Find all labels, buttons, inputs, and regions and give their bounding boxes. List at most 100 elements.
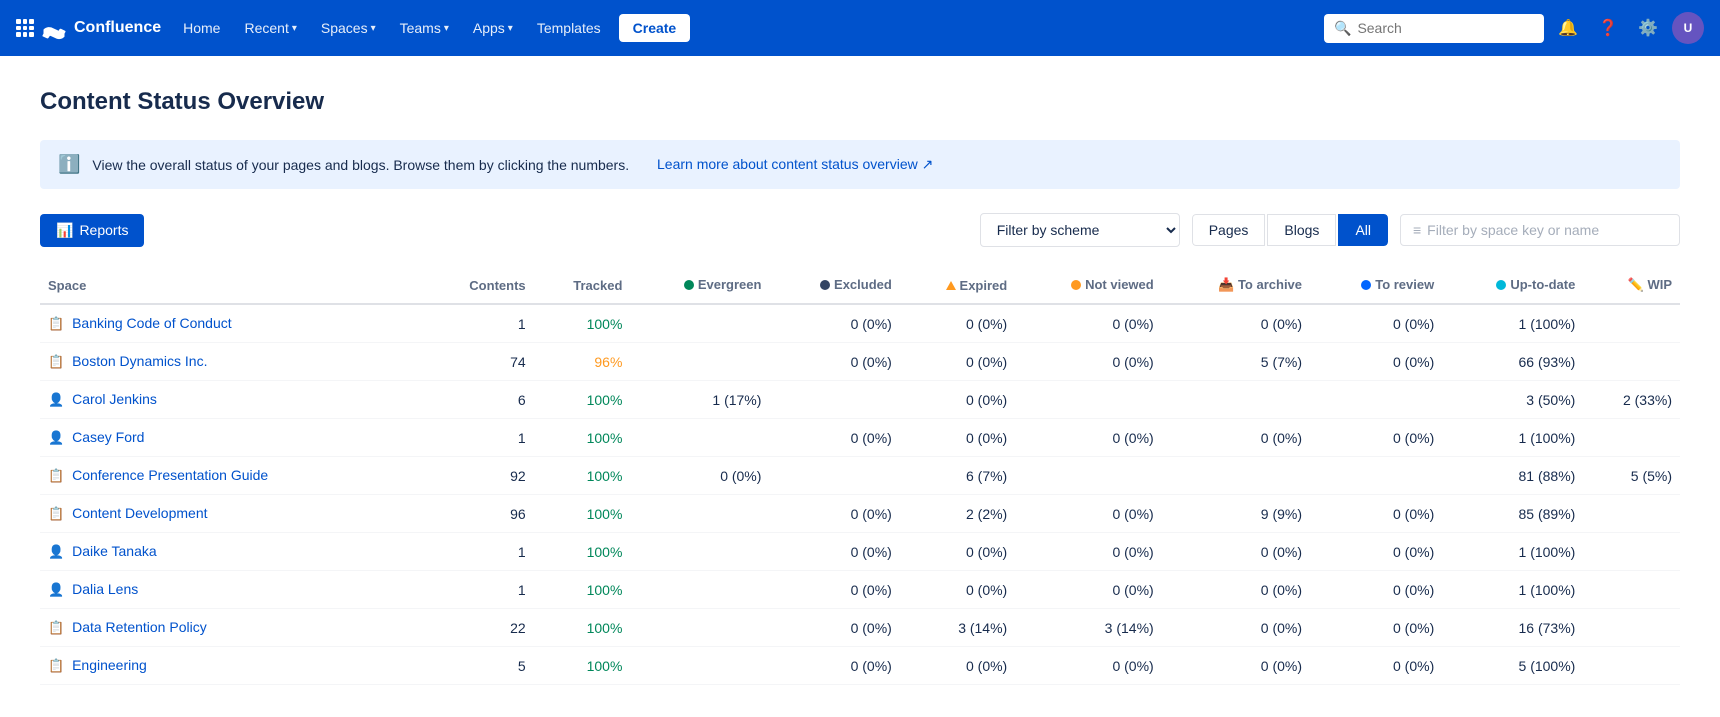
reports-button[interactable]: 📊 Reports — [40, 214, 144, 247]
cell-to-archive: 0 (0%) — [1162, 304, 1310, 343]
reports-label: Reports — [79, 222, 128, 238]
cell-not-viewed — [1015, 457, 1161, 495]
tab-all[interactable]: All — [1338, 214, 1388, 246]
col-header-not-viewed: Not viewed — [1015, 267, 1161, 304]
create-button[interactable]: Create — [619, 14, 691, 42]
spaces-chevron-icon: ▾ — [371, 23, 376, 34]
info-learn-more-link[interactable]: Learn more about content status overview… — [657, 156, 933, 173]
filter-space-box[interactable]: ≡ — [1400, 214, 1680, 246]
space-type-icon: 📋 — [48, 506, 64, 521]
space-link[interactable]: Content Development — [72, 505, 207, 521]
settings-button[interactable]: ⚙️ — [1632, 12, 1664, 44]
space-link[interactable]: Dalia Lens — [72, 581, 138, 597]
table-row: 📋 Boston Dynamics Inc. 7496%0 (0%)0 (0%)… — [40, 343, 1680, 381]
filter-scheme-dropdown[interactable]: Filter by scheme — [980, 213, 1180, 247]
col-header-evergreen: Evergreen — [630, 267, 769, 304]
space-link[interactable]: Data Retention Policy — [72, 619, 207, 635]
cell-excluded: 0 (0%) — [769, 571, 899, 609]
notifications-button[interactable]: 🔔 — [1552, 12, 1584, 44]
cell-space-name: 👤 Daike Tanaka — [40, 533, 426, 571]
cell-space-name: 👤 Dalia Lens — [40, 571, 426, 609]
cell-space-name: 👤 Casey Ford — [40, 419, 426, 457]
col-header-up-to-date: Up-to-date — [1442, 267, 1583, 304]
cell-up-to-date: 1 (100%) — [1442, 571, 1583, 609]
nav-spaces[interactable]: Spaces ▾ — [311, 12, 386, 44]
table-row: 📋 Banking Code of Conduct 1100%0 (0%)0 (… — [40, 304, 1680, 343]
space-link[interactable]: Banking Code of Conduct — [72, 315, 232, 331]
cell-excluded — [769, 457, 899, 495]
cell-wip — [1583, 495, 1680, 533]
cell-not-viewed: 0 (0%) — [1015, 571, 1161, 609]
cell-evergreen — [630, 571, 769, 609]
cell-not-viewed: 0 (0%) — [1015, 419, 1161, 457]
nav-home[interactable]: Home — [173, 12, 230, 44]
cell-evergreen: 0 (0%) — [630, 457, 769, 495]
col-header-expired: Expired — [900, 267, 1015, 304]
table-row: 📋 Conference Presentation Guide 92100%0 … — [40, 457, 1680, 495]
space-link[interactable]: Daike Tanaka — [72, 543, 157, 559]
cell-to-review — [1310, 381, 1442, 419]
space-link[interactable]: Carol Jenkins — [72, 391, 157, 407]
space-type-icon: 👤 — [48, 392, 64, 407]
cell-contents: 1 — [426, 419, 533, 457]
space-type-icon: 📋 — [48, 620, 64, 635]
cell-space-name: 📋 Boston Dynamics Inc. — [40, 343, 426, 381]
cell-evergreen — [630, 647, 769, 685]
cell-tracked: 100% — [534, 609, 631, 647]
cell-wip — [1583, 533, 1680, 571]
nav-apps[interactable]: Apps ▾ — [463, 12, 523, 44]
col-header-wip: ✏️ WIP — [1583, 267, 1680, 304]
cell-to-archive: 5 (7%) — [1162, 343, 1310, 381]
cell-expired: 0 (0%) — [900, 533, 1015, 571]
cell-to-archive: 0 (0%) — [1162, 533, 1310, 571]
help-button[interactable]: ❓ — [1592, 12, 1624, 44]
confluence-logo-icon — [42, 16, 66, 40]
logo-text: Confluence — [74, 19, 161, 37]
space-link[interactable]: Conference Presentation Guide — [72, 467, 268, 483]
cell-evergreen: 1 (17%) — [630, 381, 769, 419]
cell-up-to-date: 5 (100%) — [1442, 647, 1583, 685]
cell-wip — [1583, 343, 1680, 381]
cell-up-to-date: 81 (88%) — [1442, 457, 1583, 495]
search-input[interactable] — [1357, 20, 1517, 36]
col-header-tracked: Tracked — [534, 267, 631, 304]
logo[interactable]: Confluence — [16, 16, 161, 40]
cell-excluded: 0 (0%) — [769, 533, 899, 571]
space-type-icon: 📋 — [48, 658, 64, 673]
space-link[interactable]: Casey Ford — [72, 429, 144, 445]
info-text: View the overall status of your pages an… — [92, 157, 629, 173]
page-title: Content Status Overview — [40, 88, 1680, 116]
tab-pages[interactable]: Pages — [1192, 214, 1266, 246]
cell-wip: 2 (33%) — [1583, 381, 1680, 419]
space-link[interactable]: Engineering — [72, 657, 147, 673]
filter-icon: ≡ — [1413, 222, 1421, 238]
space-type-icon: 👤 — [48, 582, 64, 597]
space-link[interactable]: Boston Dynamics Inc. — [72, 353, 207, 369]
col-header-excluded: Excluded — [769, 267, 899, 304]
search-box[interactable]: 🔍 — [1324, 14, 1544, 43]
cell-contents: 5 — [426, 647, 533, 685]
cell-contents: 1 — [426, 304, 533, 343]
cell-excluded: 0 (0%) — [769, 304, 899, 343]
cell-evergreen — [630, 343, 769, 381]
space-type-icon: 👤 — [48, 544, 64, 559]
cell-up-to-date: 1 (100%) — [1442, 533, 1583, 571]
table-row: 👤 Carol Jenkins 6100%1 (17%)0 (0%)3 (50%… — [40, 381, 1680, 419]
nav-recent[interactable]: Recent ▾ — [234, 12, 306, 44]
cell-to-archive — [1162, 457, 1310, 495]
cell-tracked: 100% — [534, 647, 631, 685]
cell-to-review: 0 (0%) — [1310, 343, 1442, 381]
cell-expired: 6 (7%) — [900, 457, 1015, 495]
col-header-contents: Contents — [426, 267, 533, 304]
avatar[interactable]: U — [1672, 12, 1704, 44]
main-content: Content Status Overview ℹ️ View the over… — [0, 56, 1720, 717]
tab-blogs[interactable]: Blogs — [1267, 214, 1336, 246]
cell-not-viewed: 0 (0%) — [1015, 495, 1161, 533]
nav-templates[interactable]: Templates — [527, 12, 611, 44]
cell-contents: 1 — [426, 533, 533, 571]
nav-teams[interactable]: Teams ▾ — [390, 12, 459, 44]
cell-space-name: 📋 Content Development — [40, 495, 426, 533]
filter-space-input[interactable] — [1427, 222, 1667, 238]
cell-tracked: 100% — [534, 419, 631, 457]
cell-wip — [1583, 304, 1680, 343]
